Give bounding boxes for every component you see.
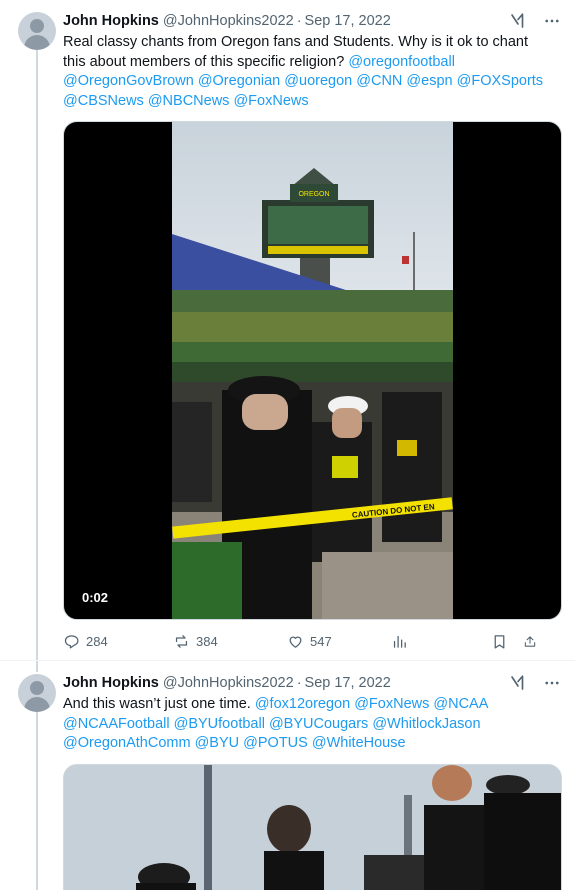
grok-icon[interactable] <box>509 674 527 692</box>
mention-link[interactable]: @NBCNews <box>148 93 230 109</box>
like-button[interactable]: 547 <box>287 633 391 650</box>
mention-link[interactable]: @CNN <box>356 73 402 89</box>
tweet-text-line: And this wasn’t just one time. @fox12ore… <box>63 695 563 715</box>
reply-count: 284 <box>86 633 108 649</box>
avatar[interactable] <box>18 12 56 50</box>
share-icon <box>524 635 536 647</box>
mention-link[interactable]: @BYU <box>195 735 240 751</box>
author-name[interactable]: John Hopkins <box>63 675 159 691</box>
video-duration: 0:02 <box>76 588 115 607</box>
mention-link[interactable]: @POTUS <box>243 735 308 751</box>
tweet-image[interactable] <box>63 764 562 890</box>
text-segment: Real classy chants from Oregon fans and … <box>63 34 529 50</box>
stadium-scene: OREGON CAUTION DO NOT EN <box>172 122 453 619</box>
mention-link[interactable]: @OregonAthComm <box>63 735 191 751</box>
mention-link[interactable]: @fox12oregon <box>255 696 350 712</box>
views-button[interactable] <box>391 633 491 650</box>
mention-link[interactable]: @BYUfootball <box>174 716 265 732</box>
author-name[interactable]: John Hopkins <box>63 13 159 29</box>
mention-link[interactable]: @OregonGovBrown <box>63 73 194 89</box>
bookmark-button[interactable] <box>491 633 523 650</box>
thread-connector-line <box>36 50 38 672</box>
crowd-photo <box>64 765 561 890</box>
bookmark-icon <box>494 634 505 649</box>
avatar-head <box>30 681 44 695</box>
tweet-divider <box>0 660 575 661</box>
mention-link[interactable]: @CBSNews <box>63 93 144 109</box>
mention-link[interactable]: @FoxNews <box>354 696 429 712</box>
tweet-text-line: @OregonGovBrown @Oregonian @uoregon @CNN… <box>63 72 563 92</box>
tweet-text: Real classy chants from Oregon fans and … <box>63 33 563 111</box>
grok-icon[interactable] <box>509 12 527 30</box>
more-icon[interactable] <box>543 674 561 692</box>
avatar-body <box>24 697 50 712</box>
repost-button[interactable]: 384 <box>173 633 287 650</box>
repost-icon <box>175 634 188 648</box>
more-icon[interactable] <box>543 12 561 30</box>
tweet-header: John Hopkins @JohnHopkins2022 · Sep 17, … <box>63 673 561 693</box>
tweet-text-line: @NCAAFootball @BYUfootball @BYUCougars @… <box>63 715 563 735</box>
mention-link[interactable]: @WhiteHouse <box>312 735 406 751</box>
mention-link[interactable]: @BYUCougars <box>269 716 368 732</box>
avatar-head <box>30 19 44 33</box>
tweet-text-line: @CBSNews @NBCNews @FoxNews <box>63 92 563 112</box>
mention-link[interactable]: @FOXSports <box>457 73 543 89</box>
separator-dot: · <box>296 13 302 29</box>
tweet-text: And this wasn’t just one time. @fox12ore… <box>63 695 563 754</box>
tweet-text-line: Real classy chants from Oregon fans and … <box>63 33 563 53</box>
tweet-actions: 284 384 547 <box>63 631 563 651</box>
mention-link[interactable]: @oregonfootball <box>348 54 455 70</box>
reply-button[interactable]: 284 <box>63 633 173 650</box>
tweet-header: John Hopkins @JohnHopkins2022 · Sep 17, … <box>63 11 561 31</box>
tweet-text-line: this about members of this specific reli… <box>63 53 563 73</box>
avatar[interactable] <box>18 674 56 712</box>
author-handle[interactable]: @JohnHopkins2022 <box>163 13 294 29</box>
mention-link[interactable]: @uoregon <box>284 73 352 89</box>
text-segment: And this wasn’t just one time. <box>63 696 255 712</box>
mention-link[interactable]: @FoxNews <box>233 93 308 109</box>
separator-dot: · <box>296 675 302 691</box>
mention-link[interactable]: @Oregonian <box>198 73 280 89</box>
mention-link[interactable]: @WhitlockJason <box>372 716 480 732</box>
tweet-date[interactable]: Sep 17, 2022 <box>305 675 391 691</box>
reply-icon <box>64 634 79 649</box>
text-segment: this about members of this specific reli… <box>63 53 349 70</box>
like-count: 547 <box>310 633 332 649</box>
tweet-date[interactable]: Sep 17, 2022 <box>305 13 391 29</box>
avatar-body <box>24 35 50 50</box>
repost-count: 384 <box>196 633 218 649</box>
video-player[interactable]: OREGON CAUTION DO NOT EN 0:02 <box>63 121 562 620</box>
share-button[interactable] <box>523 633 543 650</box>
author-handle[interactable]: @JohnHopkins2022 <box>163 675 294 691</box>
scoreboard-label: OREGON <box>298 191 329 198</box>
views-icon <box>393 635 406 648</box>
thread-connector-line <box>36 712 38 890</box>
mention-link[interactable]: @NCAAFootball <box>63 716 170 732</box>
video-frame: OREGON CAUTION DO NOT EN <box>172 122 453 619</box>
tweet-text-line: @OregonAthComm @BYU @POTUS @WhiteHouse <box>63 734 563 754</box>
mention-link[interactable]: @espn <box>406 73 452 89</box>
like-icon <box>289 636 302 648</box>
mention-link[interactable]: @NCAA <box>433 696 488 712</box>
